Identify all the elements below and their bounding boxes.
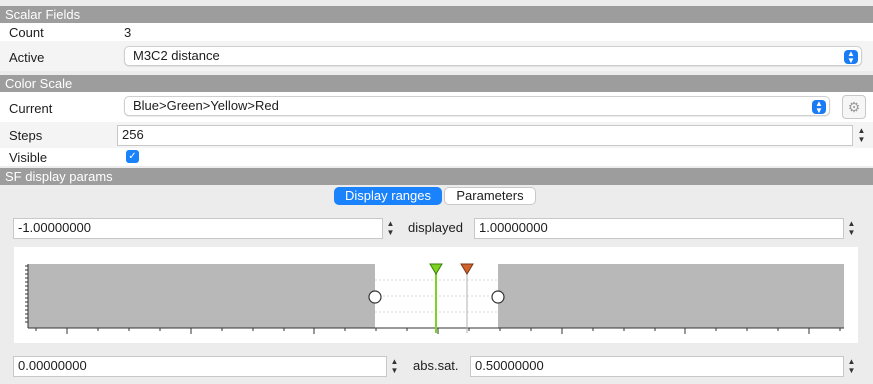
active-field-value: M3C2 distance	[133, 48, 220, 63]
histogram-panel[interactable]	[14, 247, 858, 343]
steps-row: Steps 256 ▲ ▼	[0, 122, 873, 148]
current-row: Current Blue>Green>Yellow>Red ▲ ▼ ⚙	[0, 92, 873, 122]
scalar-fields-header: Scalar Fields	[0, 6, 873, 23]
sat-min-input[interactable]: 0.00000000	[13, 356, 387, 377]
histogram-right-region	[498, 264, 844, 328]
displayed-label: displayed	[408, 220, 463, 235]
display-max-handle[interactable]	[491, 290, 505, 304]
steps-value: 256	[122, 127, 144, 142]
steps-input[interactable]: 256	[117, 125, 853, 146]
active-label: Active	[9, 50, 45, 65]
histogram-svg	[25, 263, 844, 334]
histogram-x-ticks	[35, 328, 841, 334]
active-row: Active M3C2 distance ▲ ▼	[0, 41, 873, 71]
display-min-handle[interactable]	[368, 290, 382, 304]
histogram-y-ticks	[25, 265, 28, 323]
sat-min-value: 0.00000000	[18, 358, 87, 373]
displayed-min-value: -1.00000000	[18, 220, 92, 235]
abs-sat-label: abs.sat.	[413, 358, 459, 373]
saturation-max-handle[interactable]	[460, 263, 474, 275]
sat-min-stepper[interactable]: ▲ ▼	[389, 357, 400, 377]
active-field-combo[interactable]: M3C2 distance ▲ ▼	[124, 46, 862, 66]
count-row: Count 3	[0, 23, 873, 41]
chevron-updown-icon: ▲ ▼	[812, 100, 826, 115]
tab-display-ranges[interactable]: Display ranges	[334, 187, 442, 205]
histogram-left-region	[28, 264, 375, 328]
sf-display-header: SF display params	[0, 168, 873, 185]
color-scale-editor-button[interactable]: ⚙	[842, 95, 866, 119]
visible-label: Visible	[9, 150, 48, 165]
color-scale-value: Blue>Green>Yellow>Red	[133, 98, 279, 113]
steps-label: Steps	[9, 128, 43, 143]
displayed-max-stepper[interactable]: ▲ ▼	[846, 219, 857, 239]
displayed-min-stepper[interactable]: ▲ ▼	[385, 219, 396, 239]
sat-max-input[interactable]: 0.50000000	[470, 356, 844, 377]
saturation-min-handle[interactable]	[429, 263, 443, 275]
displayed-max-value: 1.00000000	[479, 220, 548, 235]
color-scale-header: Color Scale	[0, 75, 873, 92]
count-value: 3	[124, 25, 132, 40]
displayed-max-input[interactable]: 1.00000000	[474, 218, 844, 239]
count-label: Count	[9, 25, 44, 40]
chevron-updown-icon: ▲ ▼	[844, 50, 858, 65]
displayed-min-input[interactable]: -1.00000000	[13, 218, 383, 239]
current-label: Current	[9, 101, 53, 116]
tab-parameters[interactable]: Parameters	[444, 187, 536, 205]
color-scale-combo[interactable]: Blue>Green>Yellow>Red ▲ ▼	[124, 96, 830, 116]
visible-row: Visible ✓	[0, 148, 873, 166]
sat-max-value: 0.50000000	[475, 358, 544, 373]
sat-max-stepper[interactable]: ▲ ▼	[846, 357, 857, 377]
visible-checkbox[interactable]: ✓	[126, 150, 139, 163]
checkmark-icon: ✓	[128, 151, 137, 162]
steps-stepper[interactable]: ▲ ▼	[856, 126, 867, 146]
gear-icon: ⚙	[847, 99, 861, 115]
